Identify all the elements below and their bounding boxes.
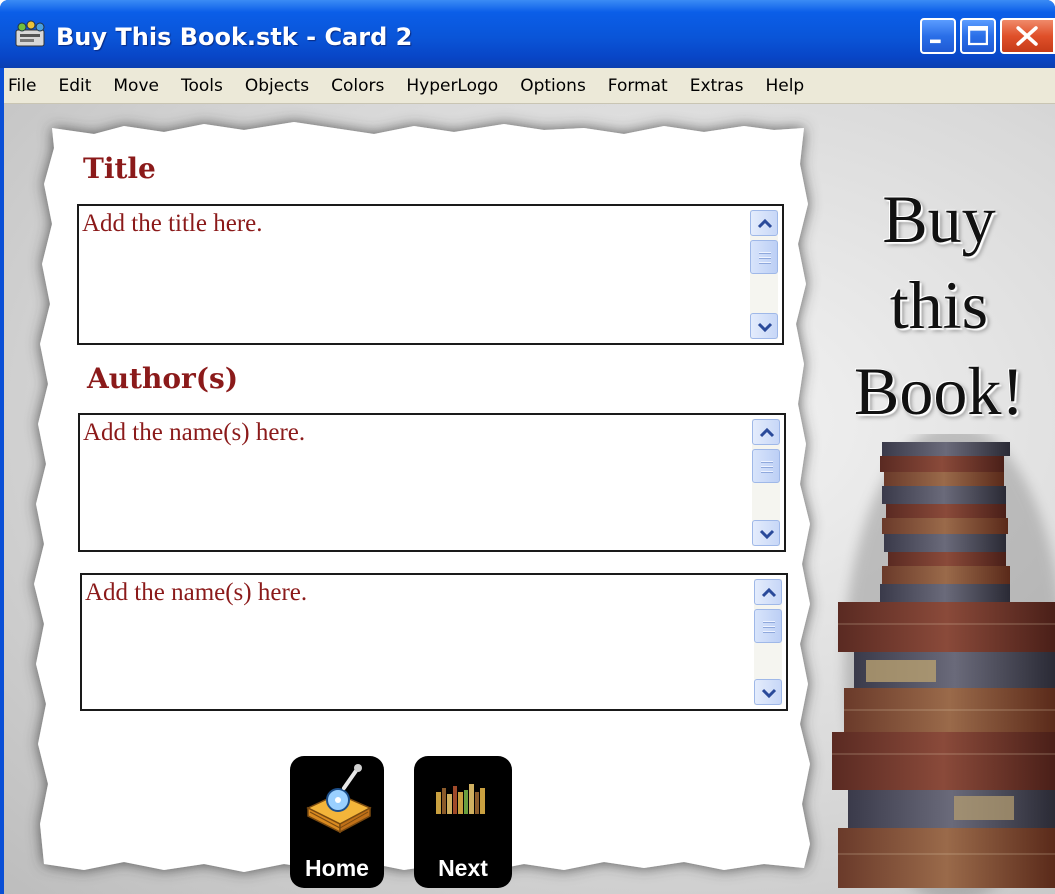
title-field-scrollbar[interactable] [750, 210, 778, 339]
scroll-thumb[interactable] [754, 609, 782, 643]
window-title: Buy This Book.stk - Card 2 [56, 23, 413, 51]
next-books-icon [436, 784, 485, 814]
home-button-label: Home [305, 855, 369, 881]
menu-colors[interactable]: Colors [320, 68, 395, 104]
menu-bar: File Edit Move Tools Objects Colors Hype… [4, 68, 1055, 104]
menu-edit[interactable]: Edit [47, 68, 102, 104]
next-button-label: Next [438, 855, 488, 881]
headline-line-1: Buy [882, 181, 996, 257]
menu-tools[interactable]: Tools [170, 68, 234, 104]
close-icon [1016, 26, 1038, 46]
scroll-down-button[interactable] [752, 520, 780, 546]
scroll-thumb[interactable] [750, 240, 778, 274]
stack-card: Title Add the title here. Author(s) Add … [4, 104, 1055, 894]
menu-help[interactable]: Help [754, 68, 815, 104]
scroll-down-button[interactable] [750, 313, 778, 339]
title-label: Title [83, 152, 156, 185]
chevron-up-icon [757, 218, 773, 229]
thumb-grip-line [763, 621, 775, 623]
author-field-1-text: Add the name(s) here. [83, 419, 306, 446]
scroll-thumb[interactable] [752, 449, 780, 483]
book-stack-image [832, 434, 1055, 894]
minimize-button[interactable] [920, 18, 956, 54]
home-stack-icon [306, 764, 372, 834]
home-button[interactable]: Home [290, 756, 384, 888]
buy-this-book-headline: Buy this Book! [824, 176, 1054, 434]
chevron-down-icon [759, 529, 775, 540]
thumb-grip-line [759, 252, 771, 254]
author-label: Author(s) [87, 362, 239, 395]
thumb-grip-line [763, 631, 775, 633]
title-bar[interactable]: Buy This Book.stk - Card 2 [0, 0, 1055, 68]
thumb-grip-line [761, 471, 773, 473]
author-field-2-scrollbar[interactable] [754, 579, 782, 705]
author-field-1-scrollbar[interactable] [752, 419, 780, 546]
menu-extras[interactable]: Extras [679, 68, 755, 104]
thumb-grip-line [763, 626, 775, 628]
menu-objects[interactable]: Objects [234, 68, 320, 104]
thumb-grip-line [761, 466, 773, 468]
headline-line-2: this [889, 267, 989, 343]
headline-line-3: Book! [854, 353, 1024, 429]
scroll-down-button[interactable] [754, 679, 782, 705]
title-text-field[interactable]: Add the title here. [77, 204, 784, 345]
title-field-text: Add the title here. [82, 210, 263, 237]
maximize-icon [968, 26, 988, 46]
next-button[interactable]: Next [414, 756, 512, 888]
scroll-up-button[interactable] [752, 419, 780, 445]
scroll-up-button[interactable] [754, 579, 782, 605]
minimize-icon [930, 39, 941, 44]
app-window: Buy This Book.stk - Card 2 File Edit Mov… [0, 0, 1055, 894]
author-text-field-2[interactable]: Add the name(s) here. [80, 573, 788, 711]
chevron-up-icon [759, 427, 775, 438]
menu-move[interactable]: Move [102, 68, 170, 104]
chevron-down-icon [757, 322, 773, 333]
thumb-grip-line [761, 461, 773, 463]
menu-options[interactable]: Options [509, 68, 597, 104]
thumb-grip-line [759, 257, 771, 259]
scroll-up-button[interactable] [750, 210, 778, 236]
hyperstudio-app-icon [15, 20, 45, 47]
maximize-button[interactable] [960, 18, 996, 54]
chevron-down-icon [761, 688, 777, 699]
thumb-grip-line [759, 262, 771, 264]
menu-hyperlogo[interactable]: HyperLogo [395, 68, 509, 104]
author-text-field-1[interactable]: Add the name(s) here. [78, 413, 786, 552]
menu-file[interactable]: File [4, 68, 47, 104]
author-field-2-text: Add the name(s) here. [85, 579, 308, 606]
menu-format[interactable]: Format [597, 68, 679, 104]
close-button[interactable] [1000, 18, 1055, 54]
chevron-up-icon [761, 587, 777, 598]
